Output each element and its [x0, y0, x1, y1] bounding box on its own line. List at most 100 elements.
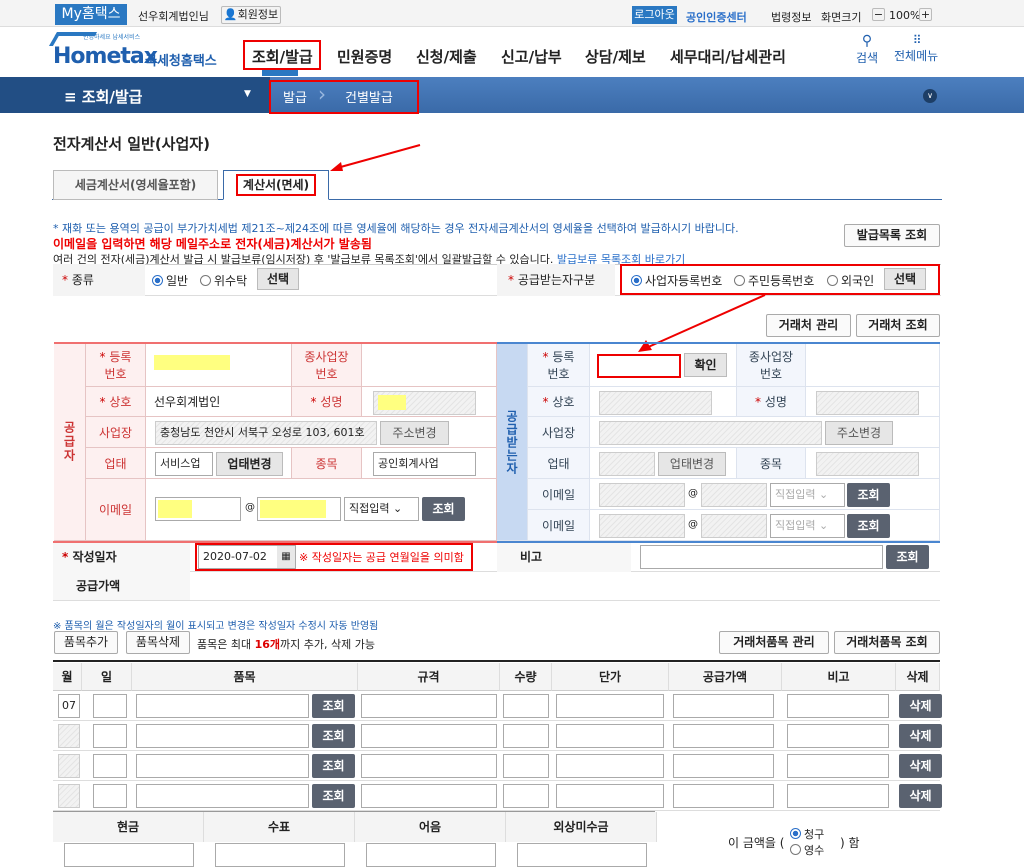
item-delete-button[interactable]: 삭제 — [899, 784, 942, 808]
add-item-button[interactable]: 품목추가 — [54, 631, 118, 654]
item-day-field[interactable] — [93, 694, 127, 718]
item-month-field[interactable]: 07 — [58, 694, 80, 718]
item-field[interactable] — [556, 754, 664, 778]
receiver-addr-change-button[interactable]: 주소변경 — [825, 421, 893, 445]
item-lookup-button[interactable]: 조회 — [312, 724, 355, 748]
item-lookup-button[interactable]: 조회 — [312, 784, 355, 808]
item-delete-button[interactable]: 삭제 — [899, 694, 942, 718]
item-month-field[interactable] — [58, 754, 80, 778]
item-field[interactable] — [503, 754, 549, 778]
receiver-addr-field[interactable] — [599, 421, 822, 445]
kind-select-button[interactable]: 선택 — [257, 268, 299, 290]
supplier-email-lookup-button[interactable]: 조회 — [422, 497, 465, 521]
item-delete-button[interactable]: 삭제 — [899, 754, 942, 778]
menu-dropdown[interactable]: ≡ 조회/발급 — [64, 86, 142, 107]
item-field[interactable] — [787, 784, 889, 808]
item-field[interactable] — [503, 784, 549, 808]
item-delete-button[interactable]: 삭제 — [899, 724, 942, 748]
item-month-field[interactable] — [58, 724, 80, 748]
zoom-in-button[interactable]: + — [919, 8, 932, 21]
item-field[interactable] — [556, 784, 664, 808]
nav-tax-agent[interactable]: 세무대리/납세관리 — [670, 46, 786, 67]
issue-list-button[interactable]: 발급목록 조회 — [844, 224, 940, 247]
item-field[interactable] — [503, 694, 549, 718]
member-info-button[interactable]: 👤회원정보 — [221, 6, 281, 24]
item-name-field[interactable] — [136, 754, 309, 778]
item-field[interactable] — [361, 724, 497, 748]
zoom-out-button[interactable]: − — [872, 8, 885, 21]
tab-tax-invoice[interactable]: 세금계산서(영세율포함) — [53, 170, 218, 200]
item-field[interactable] — [673, 784, 774, 808]
partner-lookup-button[interactable]: 거래처 조회 — [856, 314, 940, 337]
supplier-email-domain-field[interactable] — [257, 497, 341, 521]
receiver-email-lookup-button[interactable]: 조회 — [847, 483, 890, 507]
supplier-email-domain-select[interactable]: 직접입력 ⌄ — [344, 497, 419, 521]
partner-item-manage-button[interactable]: 거래처품목 관리 — [719, 631, 829, 654]
item-field[interactable] — [787, 724, 889, 748]
item-field[interactable] — [556, 694, 664, 718]
nav-consult[interactable]: 상담/제보 — [585, 46, 646, 67]
delete-item-button[interactable]: 품목삭제 — [126, 631, 190, 654]
amount-receipt-radio[interactable]: 영수 — [790, 842, 824, 858]
payment-field[interactable] — [517, 843, 647, 867]
supplier-addr-change-button[interactable]: 주소변경 — [380, 421, 449, 445]
item-lookup-button[interactable]: 조회 — [312, 754, 355, 778]
cert-center-link[interactable]: 공인인증센터 — [686, 9, 747, 25]
nav-apply[interactable]: 신청/제출 — [416, 46, 477, 67]
receiver-item-field[interactable] — [816, 452, 919, 476]
item-day-field[interactable] — [93, 724, 127, 748]
payment-field[interactable] — [64, 843, 194, 867]
receiver-type-resident-radio[interactable]: 주민등록번호 — [734, 272, 814, 289]
tab-invoice-exempt[interactable]: 계산서(면세) — [223, 170, 329, 200]
receiver-email-domain-field[interactable] — [701, 483, 767, 507]
memo-field[interactable] — [640, 545, 883, 569]
item-field[interactable] — [673, 724, 774, 748]
item-day-field[interactable] — [93, 754, 127, 778]
payment-field[interactable] — [366, 843, 496, 867]
receiver-type-select-button[interactable]: 선택 — [884, 268, 926, 290]
receiver-reg-field[interactable] — [597, 354, 681, 378]
receiver-type-change-button[interactable]: 업태변경 — [658, 452, 726, 476]
caret-down-icon[interactable]: ▼ — [244, 89, 251, 99]
partner-item-lookup-button[interactable]: 거래처품목 조회 — [834, 631, 940, 654]
item-field[interactable] — [361, 784, 497, 808]
law-info-link[interactable]: 법령정보 — [771, 9, 811, 25]
item-field[interactable] — [673, 694, 774, 718]
kind-general-radio[interactable]: 일반 — [152, 272, 188, 289]
supplier-type-change-button[interactable]: 업태변경 — [216, 452, 283, 476]
item-month-field[interactable] — [58, 784, 80, 808]
item-field[interactable] — [361, 754, 497, 778]
receiver-type-field[interactable] — [599, 452, 655, 476]
receiver-type-business-radio[interactable]: 사업자등록번호 — [631, 272, 722, 289]
supplier-ceo-field[interactable] — [373, 391, 476, 415]
receiver-email-domain-select[interactable]: 직접입력 ⌄ — [770, 514, 845, 538]
item-field[interactable] — [556, 724, 664, 748]
expand-icon[interactable]: ∨ — [923, 89, 937, 103]
supplier-email-id-field[interactable] — [155, 497, 241, 521]
item-name-field[interactable] — [136, 784, 309, 808]
kind-consign-radio[interactable]: 위수탁 — [200, 272, 247, 289]
partner-manage-button[interactable]: 거래처 관리 — [766, 314, 851, 337]
logout-button[interactable]: 로그아웃 — [632, 6, 677, 24]
memo-lookup-button[interactable]: 조회 — [886, 545, 929, 569]
receiver-email-id-field[interactable] — [599, 514, 685, 538]
item-field[interactable] — [503, 724, 549, 748]
receiver-email-domain-select[interactable]: 직접입력 ⌄ — [770, 483, 845, 507]
receiver-type-foreigner-radio[interactable]: 외국인 — [827, 272, 874, 289]
supplier-item-field[interactable]: 공인회계사업 — [373, 452, 476, 476]
item-field[interactable] — [787, 694, 889, 718]
receiver-email-id-field[interactable] — [599, 483, 685, 507]
nav-inquiry-issue[interactable]: 조회/발급 — [252, 46, 313, 67]
calendar-icon[interactable]: ▦ — [277, 546, 295, 568]
supplier-type-field[interactable]: 서비스업 — [155, 452, 213, 476]
payment-field[interactable] — [215, 843, 345, 867]
receiver-email-domain-field[interactable] — [701, 514, 767, 538]
supplier-addr-field[interactable]: 충청남도 천안시 서북구 오성로 103, 601호 — [155, 421, 377, 445]
receiver-name-field[interactable] — [599, 391, 712, 415]
search-button[interactable]: ⚲ 검색 — [856, 33, 878, 66]
item-field[interactable] — [673, 754, 774, 778]
receiver-email-lookup-button[interactable]: 조회 — [847, 514, 890, 538]
item-field[interactable] — [787, 754, 889, 778]
nav-report[interactable]: 신고/납부 — [501, 46, 562, 67]
amount-claim-radio[interactable]: 청구 — [790, 826, 824, 842]
